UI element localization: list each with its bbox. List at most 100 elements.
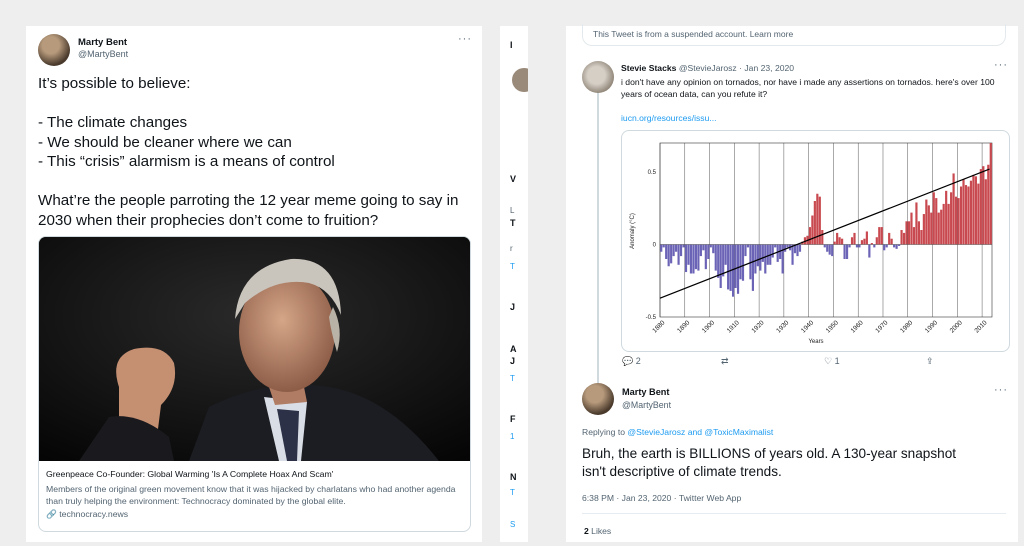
card-title: Greenpeace Co-Founder: Global Warming 'I… xyxy=(46,469,334,479)
chart-bar xyxy=(964,185,968,245)
chart-bar xyxy=(746,244,750,248)
author-name[interactable]: Stevie Stacks xyxy=(621,63,676,73)
chart-bar xyxy=(684,244,688,273)
chart-bar xyxy=(744,244,747,257)
chart-bar xyxy=(714,244,717,271)
tweet-text: Bruh, the earth is BILLIONS of years old… xyxy=(582,446,957,479)
chart-bar xyxy=(754,244,757,274)
suspended-notice: This Tweet is from a suspended account. … xyxy=(582,24,1006,46)
more-options-icon[interactable]: ··· xyxy=(458,33,472,45)
card-domain[interactable]: 🔗 technocracy.news xyxy=(46,509,128,520)
author-name[interactable]: Marty Bent xyxy=(622,387,669,397)
reply-action[interactable]: 💬 2 xyxy=(622,356,641,367)
retweet-action[interactable]: ⇄ xyxy=(721,356,729,367)
chart-bar xyxy=(697,244,700,271)
chart-bar xyxy=(786,244,789,248)
chart-bar xyxy=(756,244,759,267)
chart-bar xyxy=(826,244,829,252)
like-action[interactable]: ♡ 1 xyxy=(824,356,840,367)
avatar[interactable] xyxy=(582,383,614,415)
chart-bar xyxy=(732,244,735,297)
chart-bar xyxy=(689,244,693,274)
y-tick-label: 0 xyxy=(653,243,657,249)
chart-bar xyxy=(831,244,834,257)
share-action[interactable]: ⇪ xyxy=(926,356,934,367)
chart-bar xyxy=(771,244,774,258)
x-tick-label: 1970 xyxy=(874,319,889,334)
chart-bar xyxy=(984,179,987,245)
author-handle[interactable]: @MartyBent xyxy=(78,49,128,59)
chart-bar xyxy=(873,244,876,248)
trend-item[interactable]: T xyxy=(510,218,516,228)
card-image xyxy=(39,237,470,461)
link-card[interactable]: Greenpeace Co-Founder: Global Warming 'I… xyxy=(38,236,471,532)
x-tick-label: 1900 xyxy=(701,319,716,334)
thread-panel: This Tweet is from a suspended account. … xyxy=(566,24,1018,542)
reply-link[interactable]: iucn.org/resources/issu... xyxy=(621,112,717,124)
replying-users[interactable]: @StevieJarosz and @ToxicMaximalist xyxy=(627,427,773,437)
chart-bar xyxy=(930,212,933,245)
chart-bar xyxy=(759,244,762,271)
chart-bar xyxy=(917,221,920,245)
chart-bar xyxy=(989,143,992,245)
trend-item[interactable]: J xyxy=(510,356,515,366)
trend-item[interactable]: F xyxy=(510,414,516,424)
chart-bar xyxy=(947,203,950,245)
trend-item[interactable]: N xyxy=(510,472,517,482)
chart-bar xyxy=(950,192,953,245)
chart-bar xyxy=(670,244,673,264)
chart-bar xyxy=(811,215,814,245)
chart-bar xyxy=(848,244,851,248)
chart-bar xyxy=(660,244,663,252)
likes-stat[interactable]: 2 Likes xyxy=(584,525,611,537)
avatar[interactable] xyxy=(38,34,70,66)
chart-bar xyxy=(679,244,683,257)
chart-bar xyxy=(845,244,849,259)
chart-bar xyxy=(781,244,784,274)
chart-bar xyxy=(766,244,769,265)
trend-item[interactable]: L xyxy=(510,206,514,215)
chart-bar xyxy=(945,190,948,245)
chart-bar xyxy=(798,244,802,252)
chart-bar xyxy=(972,174,975,245)
more-options-icon[interactable]: ··· xyxy=(994,384,1008,396)
x-tick-label: 2010 xyxy=(973,319,988,334)
trend-item[interactable]: T xyxy=(510,488,515,497)
suspended-text[interactable]: This Tweet is from a suspended account. … xyxy=(593,29,793,39)
x-tick-label: 1950 xyxy=(825,319,840,334)
left-tweet-panel: Marty Bent @MartyBent ··· It’s possible … xyxy=(26,26,482,542)
trend-item[interactable]: r xyxy=(510,244,513,253)
chart-bar xyxy=(796,244,799,257)
more-options-icon[interactable]: ··· xyxy=(994,59,1008,71)
author-handle[interactable]: @MartyBent xyxy=(622,400,671,410)
trend-item[interactable]: A xyxy=(510,344,517,354)
chart-bar xyxy=(821,230,824,245)
tweet-timestamp[interactable]: 6:38 PM · Jan 23, 2020 · Twitter Web App xyxy=(582,492,741,504)
avatar[interactable] xyxy=(582,61,614,93)
chart-bar xyxy=(927,205,930,245)
replying-prefix: Replying to xyxy=(582,427,625,437)
chart-bar xyxy=(922,214,925,245)
chart-bar xyxy=(741,244,745,281)
chart-bar xyxy=(712,244,715,254)
show-more-link[interactable]: S xyxy=(510,520,515,529)
chart-bar xyxy=(704,244,707,270)
trend-item[interactable]: 1 xyxy=(510,432,514,441)
chart-bar xyxy=(860,240,864,245)
trend-item[interactable]: T xyxy=(510,262,515,271)
trend-item[interactable]: J xyxy=(510,302,515,312)
retweet-icon: ⇄ xyxy=(721,356,729,366)
author-name[interactable]: Marty Bent xyxy=(78,37,127,48)
chart-bar xyxy=(925,199,928,245)
x-tick-label: 1910 xyxy=(726,319,741,334)
trend-item[interactable]: T xyxy=(510,374,515,383)
chart-bar xyxy=(855,244,859,248)
x-tick-label: 1930 xyxy=(775,319,790,334)
chart-bar xyxy=(890,238,893,245)
reply-header: Stevie Stacks @StevieJarosz · Jan 23, 20… xyxy=(621,62,794,74)
avatar[interactable] xyxy=(512,68,528,92)
handle-date[interactable]: @StevieJarosz · Jan 23, 2020 xyxy=(679,63,794,73)
chart-card[interactable]: -0.5 0 0.5 1880 1890 1900 1910 1920 1930 1940 195… xyxy=(621,130,1010,352)
chart-bar xyxy=(957,198,960,245)
chart-bar xyxy=(665,244,668,259)
